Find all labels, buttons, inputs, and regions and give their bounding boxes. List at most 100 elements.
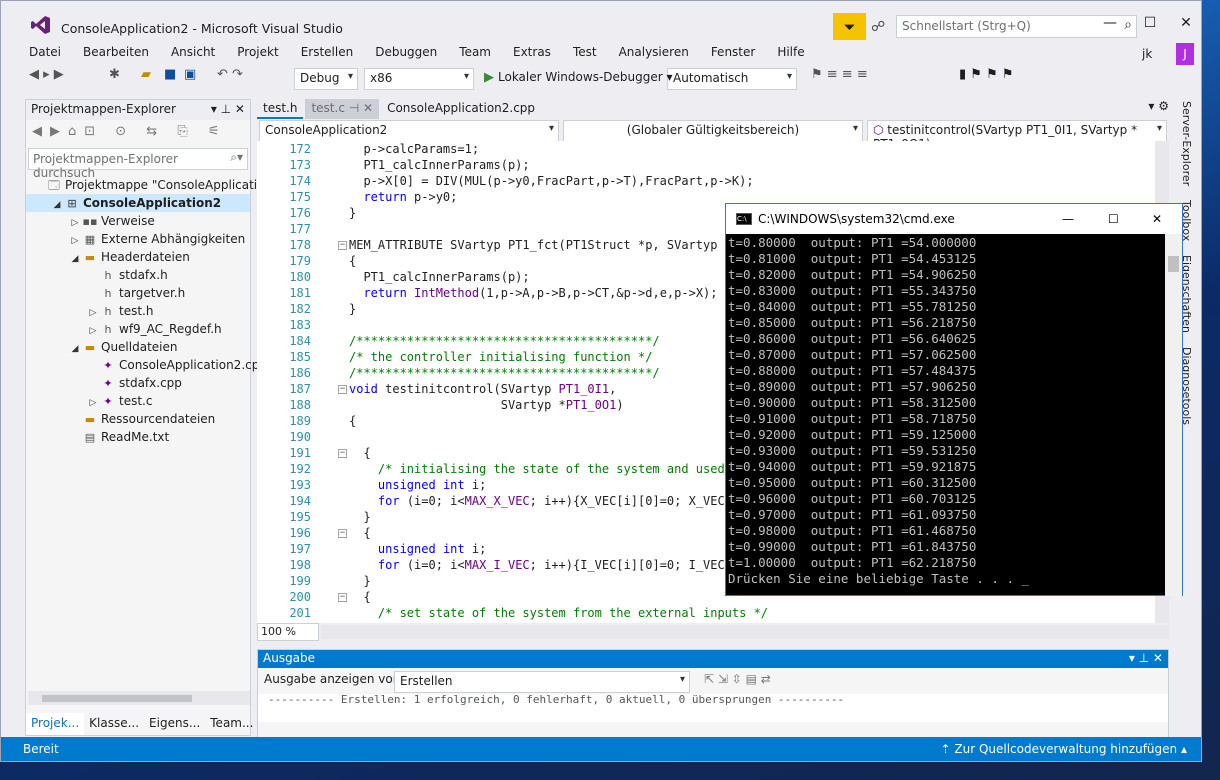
menu-debuggen[interactable]: Debuggen xyxy=(375,45,445,63)
output-toolbar-icons[interactable]: ⇱ ⇲ ⇳ ▤ ⇄ xyxy=(704,672,771,686)
new-project-icon[interactable]: ✱ xyxy=(109,67,120,82)
code-line[interactable]: } xyxy=(349,574,370,588)
code-line[interactable]: } xyxy=(349,302,356,316)
horizontal-scrollbar[interactable] xyxy=(28,691,250,705)
code-line[interactable]: PT1_calcInnerParams(p); xyxy=(349,158,529,172)
resource-files-folder[interactable]: ▬ Ressourcendateien xyxy=(26,410,250,428)
feedback-filter-icon[interactable]: ⏷ xyxy=(833,13,866,40)
console-minimize-button[interactable]: — xyxy=(1062,212,1074,226)
maximize-button[interactable]: ☐ xyxy=(1135,15,1165,31)
solution-explorer-search-input[interactable]: Projektmappen-Explorer durchsuch ⌕▾ xyxy=(28,148,248,180)
external-deps-node[interactable]: ▷ ▦ Externe Abhängigkeiten xyxy=(26,230,250,248)
open-file-icon[interactable]: ▰ xyxy=(141,67,151,82)
code-line[interactable]: unsigned int i; xyxy=(349,542,486,556)
code-line[interactable]: { xyxy=(349,590,370,604)
code-line[interactable]: { xyxy=(349,446,370,460)
avatar[interactable]: J xyxy=(1176,43,1194,65)
code-line[interactable]: { xyxy=(349,526,370,540)
function-select[interactable]: ⬡ testinitcontrol(SVartyp PT1_0I1, SVart… xyxy=(867,120,1167,151)
panel-pin-close-icon[interactable]: ▾ ⊥ ✕ xyxy=(211,102,245,118)
se-tab-3[interactable]: Team... xyxy=(205,713,258,735)
menu-team[interactable]: Team xyxy=(459,45,499,63)
wf9-regdef-h-file[interactable]: ▷ h wf9_AC_Regdef.h xyxy=(26,320,250,338)
output-text[interactable]: ---------- Erstellen: 1 erfolgreich, 0 f… xyxy=(258,694,1168,722)
project-node[interactable]: ◢ ⊞ ConsoleApplication2 xyxy=(26,194,250,212)
test-c-file[interactable]: ▷ ✦ test.c xyxy=(26,392,250,410)
console-maximize-button[interactable]: ☐ xyxy=(1108,212,1119,226)
minimize-button[interactable]: — xyxy=(1095,15,1125,31)
se-tab-0[interactable]: Projek... xyxy=(26,713,85,735)
output-source-select[interactable]: Erstellen xyxy=(394,671,690,693)
scope-select[interactable]: (Globaler Gültigkeitsbereich) xyxy=(563,120,863,142)
project-select[interactable]: ConsoleApplication2 xyxy=(259,120,559,142)
tab-dropdown-icon[interactable]: ▾ ⚙ xyxy=(1148,99,1169,119)
header-files-folder[interactable]: ◢ ▬ Headerdateien xyxy=(26,248,250,266)
side-tab-0[interactable]: Server-Explorer xyxy=(1180,101,1193,186)
source-files-folder[interactable]: ◢ ▬ Quelldateien xyxy=(26,338,250,356)
collapse-icon[interactable]: − xyxy=(338,385,347,394)
code-line[interactable]: /* the controller initialising function … xyxy=(349,350,652,364)
code-line[interactable]: void testinitcontrol(SVartyp PT1_0I1, xyxy=(349,382,616,396)
configuration-select[interactable]: Debug xyxy=(294,68,358,90)
close-button[interactable]: ✕ xyxy=(1171,15,1201,31)
code-line[interactable]: /***************************************… xyxy=(349,366,660,380)
feedback-icon[interactable]: ☍ xyxy=(871,19,885,35)
tab-test-c[interactable]: test.c ⊣ ✕ xyxy=(305,99,380,119)
menu-hilfe[interactable]: Hilfe xyxy=(777,45,812,63)
bookmark-icons[interactable]: ▮ ⚑ ⚑ ⚑ xyxy=(959,67,1014,82)
solution-node[interactable]: 🗔 Projektmappe "ConsoleApplication2" (1 P… xyxy=(26,176,351,194)
se-tab-1[interactable]: Klasse... xyxy=(84,713,144,735)
code-line[interactable]: return p->y0; xyxy=(349,190,457,204)
zoom-select[interactable]: 100 % xyxy=(257,623,319,641)
readme-txt-file[interactable]: ▤ ReadMe.txt xyxy=(26,428,250,446)
menu-projekt[interactable]: Projekt xyxy=(237,45,286,63)
console-close-button[interactable]: ✕ xyxy=(1152,212,1162,226)
toolbar-misc-icons[interactable]: ⚑ ≡ ≡ ≡ xyxy=(811,67,868,82)
menu-analysieren[interactable]: Analysieren xyxy=(619,45,697,63)
user-name[interactable]: jk xyxy=(1142,47,1152,61)
save-all-icon[interactable]: ▣ xyxy=(184,67,196,82)
attach-mode-select[interactable]: Automatisch xyxy=(667,68,797,90)
code-line[interactable]: MEM_ATTRIBUTE SVartyp PT1_fct(PT1Struct … xyxy=(349,238,739,252)
menu-ansicht[interactable]: Ansicht xyxy=(171,45,223,63)
menu-extras[interactable]: Extras xyxy=(513,45,559,63)
code-line[interactable]: /* set state of the system from the exte… xyxy=(349,606,768,620)
start-debugging-button[interactable]: ▶ Lokaler Windows-Debugger ▾ xyxy=(484,70,673,85)
save-icon[interactable]: ■ xyxy=(164,67,176,82)
collapse-icon[interactable]: − xyxy=(338,449,347,458)
code-line[interactable]: /* initialising the state of the system … xyxy=(349,462,739,476)
code-line[interactable]: p->calcParams=1; xyxy=(349,142,479,156)
tab-test-h[interactable]: test.h xyxy=(257,99,304,119)
platform-select[interactable]: x86 xyxy=(364,68,474,90)
se-tab-2[interactable]: Eigens... xyxy=(144,713,205,735)
code-line[interactable]: return IntMethod(1,p->A,p->B,p->CT,&p->d… xyxy=(349,286,717,300)
code-line[interactable]: for (i=0; i<MAX_I_VEC; i++){I_VEC[i][0]=… xyxy=(349,558,739,572)
panel-pin-close-icon[interactable]: ▾ ⊥ ✕ xyxy=(1129,651,1163,667)
menu-fenster[interactable]: Fenster xyxy=(711,45,764,63)
collapse-icon[interactable]: − xyxy=(338,241,347,250)
editor-horizontal-scrollbar[interactable] xyxy=(321,625,1169,639)
menu-erstellen[interactable]: Erstellen xyxy=(301,45,362,63)
back-icon[interactable]: ◀ ▸ ▶ xyxy=(29,67,64,82)
code-line[interactable]: unsigned int i; xyxy=(349,478,486,492)
code-line[interactable]: /***************************************… xyxy=(349,334,660,348)
code-line[interactable]: } xyxy=(349,510,370,524)
stdafx-h-file[interactable]: h stdafx.h xyxy=(26,266,250,284)
tab-consoleapplication2-cpp[interactable]: ConsoleApplication2.cpp xyxy=(381,99,541,119)
references-node[interactable]: ▷ ▪▪ Verweise xyxy=(26,212,250,230)
code-line[interactable]: } xyxy=(349,206,356,220)
targetver-h-file[interactable]: h targetver.h xyxy=(26,284,250,302)
collapse-icon[interactable]: − xyxy=(338,593,347,602)
code-line[interactable]: PT1_calcInnerParams(p); xyxy=(349,270,529,284)
menu-test[interactable]: Test xyxy=(573,45,605,63)
menu-bearbeiten[interactable]: Bearbeiten xyxy=(83,45,157,63)
source-control-button[interactable]: ⇡ Zur Quellcodeverwaltung hinzufügen ▴ xyxy=(941,742,1188,756)
solution-explorer-toolbar[interactable]: ◀▶⌂⊡ ⊙ ⇆ ⎘ ⚟ xyxy=(26,120,250,146)
undo-icon[interactable]: ↶ ↷ xyxy=(217,67,243,82)
code-line[interactable]: p->X[0] = DIV(MUL(p->y0,FracPart,p->T),F… xyxy=(349,174,753,188)
menu-datei[interactable]: Datei xyxy=(29,45,69,63)
code-line[interactable]: { xyxy=(349,414,356,428)
collapse-icon[interactable]: − xyxy=(338,529,347,538)
stdafx-cpp-file[interactable]: ✦ stdafx.cpp xyxy=(26,374,250,392)
code-line[interactable]: { xyxy=(349,254,356,268)
